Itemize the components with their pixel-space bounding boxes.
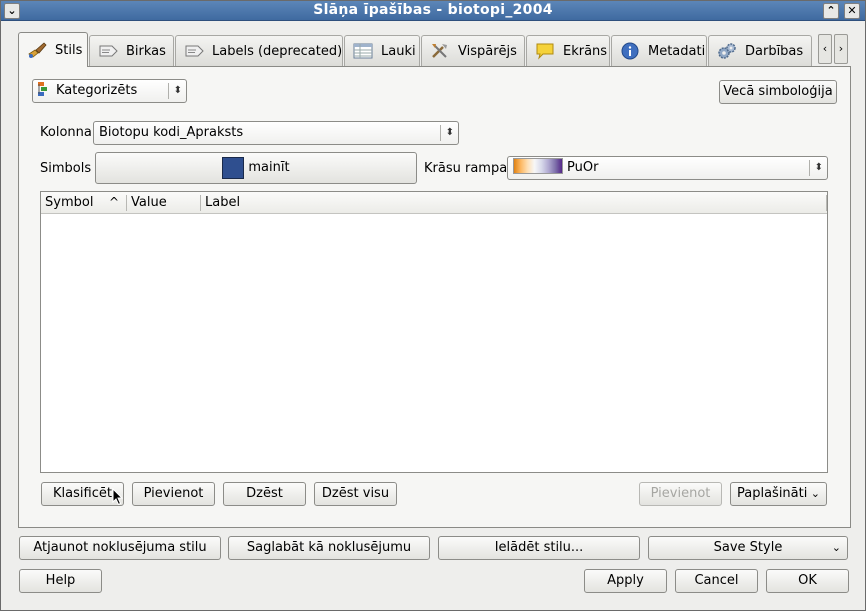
table-header: Symbol ^ Value Label [41,192,827,214]
column-header-value[interactable]: Value [127,192,200,214]
updown-arrows-icon: ⬍ [445,127,454,138]
change-symbol-button[interactable]: mainīt [95,152,417,184]
sort-indicator-icon: ^ [109,195,120,209]
classes-table[interactable]: Symbol ^ Value Label [40,191,828,473]
add-disabled-button: Pievienot [639,482,722,506]
load-style-button[interactable]: Ielādēt stilu... [438,536,640,560]
gears-icon [717,42,737,60]
tab-label: Stils [55,42,83,58]
tab-metadata[interactable]: Metadati [611,35,707,66]
tab-general[interactable]: Vispārējs [421,35,525,66]
save-style-button[interactable]: Save Style ⌄ [648,536,848,560]
tools-icon [430,42,450,60]
style-panel: Kategorizēts ⬍ Vecā simboloģija Kolonna … [18,66,851,528]
column-select[interactable]: Biotopu kodi_Apraksts ⬍ [93,121,459,145]
color-ramp-value: PuOr [567,160,599,175]
symbol-label: Simbols [40,161,92,176]
updown-arrows-icon: ⬍ [173,85,182,96]
info-icon [620,42,640,60]
tab-label: Birkas [126,43,166,59]
change-symbol-label: mainīt [248,160,290,175]
delete-all-button[interactable]: Dzēst visu [314,482,397,506]
updown-arrows-icon: ⬍ [814,162,823,173]
tab-label: Labels (deprecated) [212,43,343,59]
old-symbology-button[interactable]: Vecā simboloģija [719,80,837,104]
speech-bubble-icon [535,42,555,60]
apply-button[interactable]: Apply [584,569,667,593]
chevron-down-icon: ⌄ [831,541,841,554]
column-header-symbol[interactable]: Symbol ^ [41,192,126,214]
tab-label: Ekrāns [563,43,608,59]
label-icon [98,42,118,60]
help-button[interactable]: Help [19,569,102,593]
tab-scroll-left-button[interactable]: ‹ [818,34,832,64]
cancel-button[interactable]: Cancel [675,569,758,593]
color-ramp-preview [513,158,563,174]
close-button[interactable]: ✕ [844,3,860,19]
categorized-icon [38,82,52,96]
restore-default-style-button[interactable]: Atjaunot noklusējuma stilu [19,536,221,560]
add-class-button[interactable]: Pievienot [132,482,215,506]
tab-label: Lauki [381,43,416,59]
tab-display[interactable]: Ekrāns [526,35,610,66]
save-as-default-button[interactable]: Saglabāt kā noklusējumu [228,536,430,560]
renderer-select[interactable]: Kategorizēts ⬍ [32,79,187,103]
tab-actions[interactable]: Darbības [708,35,812,66]
tab-label: Darbības [745,43,804,59]
properties-dialog: ⌄ Slāņa īpašības - biotopi_2004 ⌃ ✕ Stil… [0,0,866,611]
chevron-down-icon: ⌄ [810,487,820,500]
column-label: Kolonna [40,125,92,140]
tab-labels[interactable]: Birkas [89,35,174,66]
tab-bar: Stils Birkas Labels (deprecated) Lauki V… [18,32,851,67]
minimize-button[interactable]: ⌃ [823,3,839,19]
advanced-menu-button[interactable]: Paplašināti ⌄ [730,482,827,506]
color-ramp-select[interactable]: PuOr ⬍ [507,156,828,180]
column-header-label[interactable]: Label [201,192,821,214]
tab-label: Metadati [648,43,706,59]
table-icon [353,42,373,60]
mouse-cursor-icon [112,488,124,506]
column-value: Biotopu kodi_Apraksts [99,125,244,140]
symbol-swatch [222,156,245,179]
color-ramp-label: Krāsu rampa [424,161,508,176]
tab-scroll-right-button[interactable]: › [834,34,848,64]
brush-icon [27,41,47,59]
tab-labels-deprecated[interactable]: Labels (deprecated) [175,35,343,66]
title-bar[interactable]: ⌄ Slāņa īpašības - biotopi_2004 ⌃ ✕ [1,1,865,21]
label-deprecated-icon [184,42,204,60]
delete-class-button[interactable]: Dzēst [223,482,306,506]
ok-button[interactable]: OK [766,569,849,593]
tab-style[interactable]: Stils [18,32,88,67]
window-title: Slāņa īpašības - biotopi_2004 [313,2,553,18]
table-body [41,215,827,472]
tab-fields[interactable]: Lauki [344,35,420,66]
tab-label: Vispārējs [458,43,517,59]
renderer-value: Kategorizēts [56,83,138,98]
